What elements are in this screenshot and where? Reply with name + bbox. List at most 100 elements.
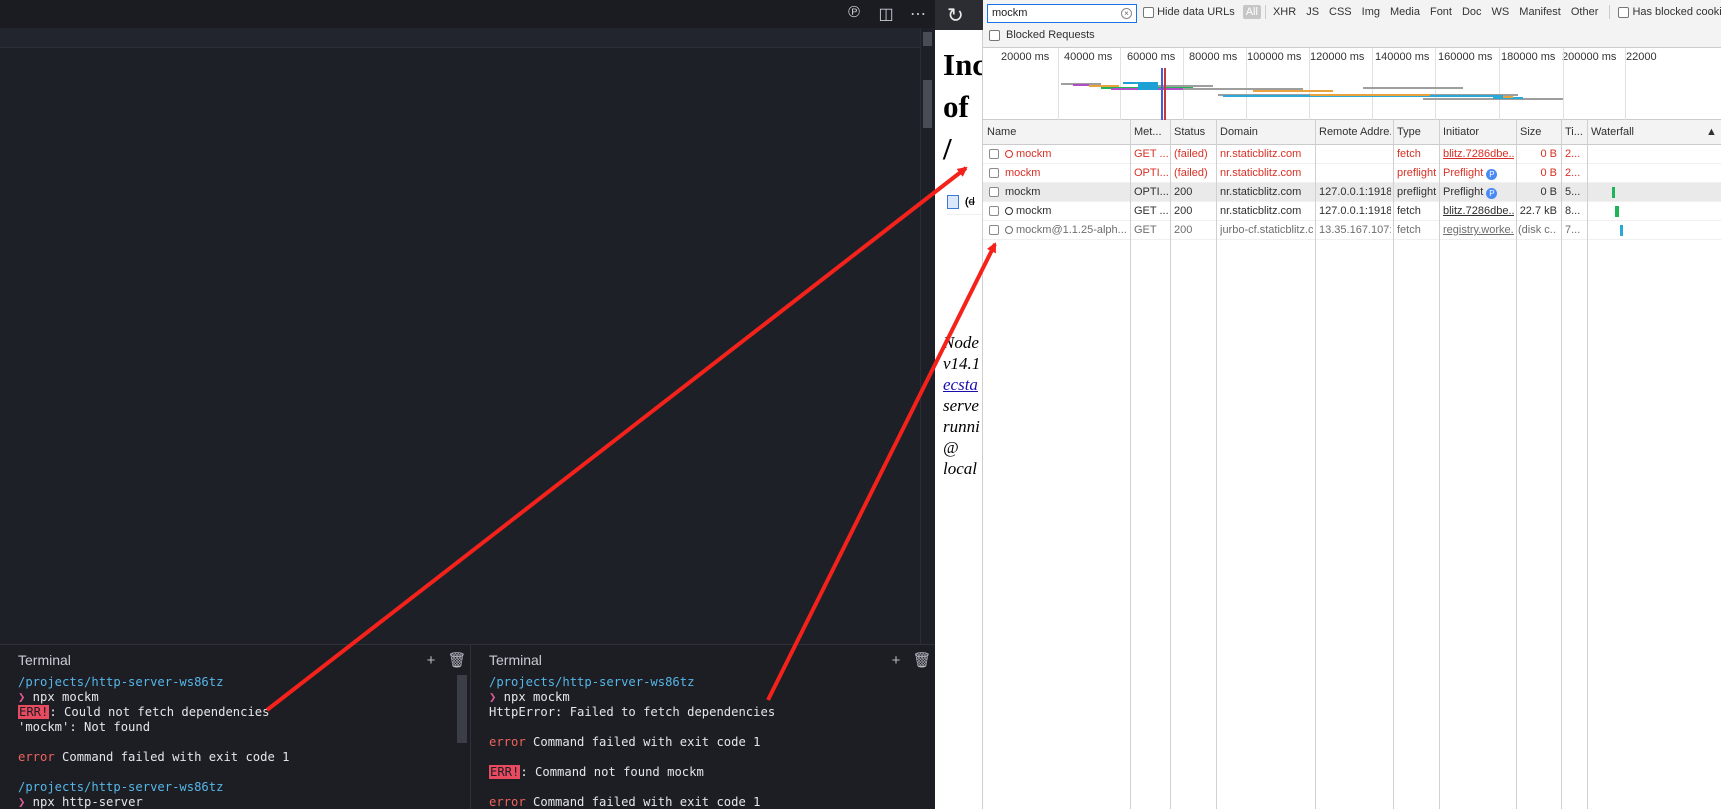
listing-item[interactable]: (– — [947, 190, 982, 215]
terminal-path: /projects/http-server-ws86tz — [489, 675, 695, 689]
footer-line: v14.1 — [943, 354, 981, 373]
row-checkbox[interactable] — [989, 168, 999, 178]
scrollbar-thumb[interactable] — [923, 80, 932, 128]
resource-type-filters: All XHR JS CSS Img Media Font Doc WS Manifest Othe… — [1242, 5, 1602, 19]
error-label: error — [489, 795, 526, 809]
terminal-line: HttpError: Failed to fetch dependencies — [489, 705, 935, 720]
column-header-1[interactable]: Name — [987, 126, 1128, 138]
trash-icon[interactable]: 🗑 — [444, 651, 470, 669]
request-initiator[interactable]: registry.worke... — [1443, 224, 1514, 236]
blocked-requests-toggle[interactable]: Blocked Requests — [989, 29, 1095, 41]
column-divider — [1130, 120, 1131, 809]
editor-scrollbar[interactable] — [920, 28, 934, 644]
row-checkbox[interactable] — [989, 187, 999, 197]
timeline-request-bar — [1138, 82, 1158, 90]
row-checkbox[interactable] — [989, 149, 999, 159]
terminal-panel-2[interactable]: Terminal + 🗑 /projects/http-server-ws86t… — [470, 644, 935, 809]
pin-icon[interactable]: ℗ — [845, 4, 863, 24]
type-filter-ws[interactable]: WS — [1489, 5, 1513, 19]
column-header-6[interactable]: Type — [1397, 126, 1437, 138]
terminal-command: npx http-server — [25, 795, 143, 809]
sort-ascending-icon[interactable]: ▲ — [1706, 126, 1717, 138]
ecstatic-link[interactable]: ecsta — [943, 374, 980, 395]
request-domain: nr.staticblitz.com — [1220, 205, 1302, 217]
timeline-gridline — [1246, 48, 1247, 120]
has-blocked-cookies-toggle[interactable]: Has blocked cookies — [1618, 6, 1721, 18]
request-initiator[interactable]: blitz.7286dbe... — [1443, 148, 1514, 160]
request-row[interactable]: mockm GET ... (failed) nr.staticblitz.com fe… — [983, 145, 1721, 164]
type-filter-other[interactable]: Other — [1568, 5, 1602, 19]
timeline-tick-label: 180000 ms — [1501, 51, 1556, 63]
initiator-text[interactable]: blitz.7286dbe... — [1443, 205, 1514, 217]
checkbox-icon[interactable] — [989, 29, 1000, 41]
terminal-message: : Command not found mockm — [520, 765, 704, 779]
column-header-3[interactable]: Status — [1174, 126, 1214, 138]
column-header-8[interactable]: Size — [1520, 126, 1559, 138]
terminal-line: ❯ npx http-server — [18, 795, 470, 809]
terminal-line: /projects/http-server-ws86tz — [489, 675, 935, 690]
column-header-9[interactable]: Ti... — [1565, 126, 1585, 138]
request-name: mockm — [1005, 167, 1127, 179]
timeline-tick-label: 100000 ms — [1247, 51, 1302, 63]
request-row[interactable]: mockm@1.1.25-alph... GET 200 jurbo-cf.stati… — [983, 221, 1721, 240]
terminal-line: /projects/http-server-ws86tz — [18, 780, 470, 795]
request-initiator[interactable]: blitz.7286dbe... — [1443, 205, 1514, 217]
type-filter-css[interactable]: CSS — [1326, 5, 1355, 19]
type-filter-all[interactable]: All — [1242, 5, 1261, 19]
type-filter-manifest[interactable]: Manifest — [1516, 5, 1564, 19]
column-header-5[interactable]: Remote Addre... — [1319, 126, 1391, 138]
preflight-icon[interactable]: P — [1486, 169, 1498, 180]
type-filter-img[interactable]: Img — [1359, 5, 1383, 19]
network-overview-timeline[interactable]: 20000 ms 40000 ms 60000 ms 80000 ms 100000 m… — [983, 48, 1721, 120]
terminal-output[interactable]: /projects/http-server-ws86tz ❯ npx mockm H… — [471, 675, 935, 809]
request-status: (failed) — [1174, 148, 1208, 160]
filter-input[interactable]: mockm — [987, 4, 1137, 23]
initiator-text[interactable]: blitz.7286dbe... — [1443, 148, 1514, 160]
type-filter-doc[interactable]: Doc — [1459, 5, 1485, 19]
row-checkbox[interactable] — [989, 206, 999, 216]
request-status: 200 — [1174, 224, 1193, 236]
timeline-tick-label: 40000 ms — [1064, 51, 1113, 63]
split-editor-icon[interactable]: ◫ — [877, 4, 895, 24]
request-remote-address: 13.35.167.107:... — [1319, 224, 1391, 236]
reload-icon[interactable]: ↻ — [947, 3, 964, 28]
type-filter-js[interactable]: JS — [1303, 5, 1322, 19]
initiator-text[interactable]: registry.worke... — [1443, 224, 1514, 236]
timeline-request-bar — [1503, 96, 1513, 98]
clear-filter-icon[interactable]: × — [1121, 8, 1132, 19]
more-icon[interactable]: ⋯ — [909, 4, 927, 24]
terminal-line: ERR!: Could not fetch dependencies — [18, 705, 470, 720]
row-checkbox[interactable] — [989, 225, 999, 235]
checkbox-icon[interactable] — [1143, 6, 1154, 18]
request-row[interactable]: mockm OPTI... 200 nr.staticblitz.com 127.0.0… — [983, 183, 1721, 202]
request-size: 0 B — [1540, 167, 1557, 179]
terminal-output[interactable]: /projects/http-server-ws86tz ❯ npx mockm E… — [0, 675, 470, 809]
divider — [1609, 5, 1611, 19]
column-header-10[interactable]: Waterfall — [1591, 126, 1719, 138]
request-time: 2... — [1565, 148, 1581, 160]
trash-icon[interactable]: 🗑 — [909, 651, 935, 669]
timeline-request-bar — [1073, 84, 1089, 86]
request-row[interactable]: mockm GET ... 200 nr.staticblitz.com 127.0.0… — [983, 202, 1721, 221]
preflight-icon[interactable]: P — [1486, 188, 1498, 199]
request-row[interactable]: mockm OPTI... (failed) nr.staticblitz.com pr… — [983, 164, 1721, 183]
type-filter-font[interactable]: Font — [1427, 5, 1455, 19]
request-name-text: mockm@1.1.25-alph... — [1016, 224, 1127, 236]
listing-label: (– — [965, 196, 975, 208]
checkbox-icon[interactable] — [1618, 6, 1630, 18]
timeline-tick-label: 80000 ms — [1189, 51, 1238, 63]
column-header-2[interactable]: Met... — [1134, 126, 1168, 138]
type-filter-xhr[interactable]: XHR — [1270, 5, 1299, 19]
divider — [1264, 5, 1266, 19]
add-terminal-icon[interactable]: + — [418, 652, 444, 669]
editor-actions: ℗ ◫ ⋯ — [845, 4, 935, 24]
type-filter-media[interactable]: Media — [1387, 5, 1423, 19]
column-divider — [1315, 120, 1316, 809]
column-header-7[interactable]: Initiator — [1443, 126, 1514, 138]
hide-data-urls-toggle[interactable]: Hide data URLs — [1143, 6, 1235, 18]
terminal-message: 'mockm': Not found — [18, 720, 151, 734]
column-header-4[interactable]: Domain — [1220, 126, 1313, 138]
terminal-scrollbar[interactable] — [457, 675, 467, 743]
add-terminal-icon[interactable]: + — [883, 652, 909, 669]
terminal-panel-1[interactable]: Terminal + 🗑 /projects/http-server-ws86t… — [0, 644, 470, 809]
